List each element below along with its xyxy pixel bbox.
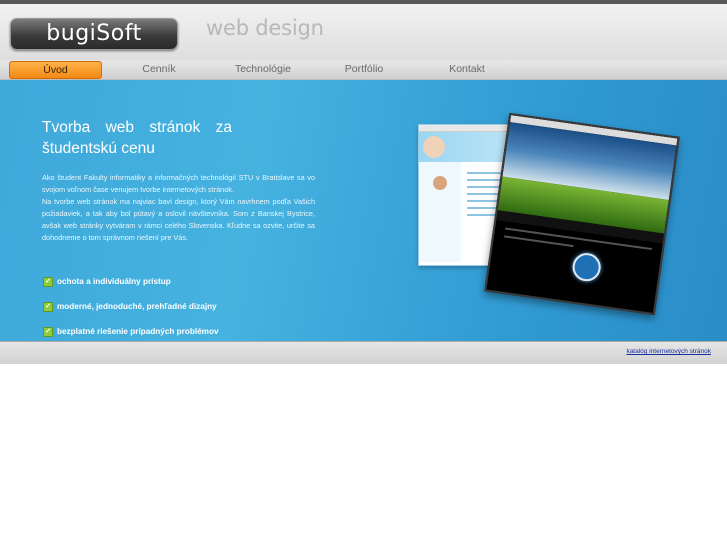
nav-item-kontakt[interactable]: Kontakt	[445, 61, 489, 77]
nav-item-uvod[interactable]: Úvod	[9, 61, 102, 79]
hero-section: Tvorba web stránok za študentskú cenu Ak…	[0, 80, 727, 341]
feature-list: ✓ ochota a individuálny prístup ✓ modern…	[43, 276, 219, 341]
portfolio-screenshot-dark	[484, 112, 680, 316]
nav-item-technologie[interactable]: Technológie	[232, 61, 294, 77]
nav-item-portfolio[interactable]: Portfólio	[339, 61, 389, 77]
intro-paragraph-1: Ako študent Fakulty informatiky a inform…	[42, 173, 315, 194]
footer: katalóg internetových stránok	[0, 341, 727, 364]
intro-text: Ako študent Fakulty informatiky a inform…	[42, 172, 315, 244]
title-line-1: Tvorba web stránok za	[42, 119, 232, 136]
browser-bar	[419, 125, 521, 132]
face-image	[423, 136, 445, 158]
tagline: web design	[206, 16, 324, 40]
intro-paragraph-2: Na tvorbe web stránok ma najviac baví de…	[42, 197, 315, 242]
catalog-link[interactable]: katalóg internetových stránok	[626, 348, 711, 355]
check-icon: ✓	[43, 302, 53, 312]
feature-item: ✓ ochota a individuálny prístup	[43, 276, 219, 301]
title-line-2: študentskú cenu	[42, 140, 155, 157]
screenshot-sidebar	[419, 162, 461, 262]
logo-badge-icon	[570, 251, 603, 283]
avatar	[433, 176, 447, 190]
main-nav: Úvod Cenník Technológie Portfólio Kontak…	[0, 60, 727, 80]
check-icon: ✓	[43, 277, 53, 287]
page-title: Tvorba web stránok za študentskú cenu	[42, 117, 232, 159]
header: bugiSoft web design	[0, 4, 727, 60]
feature-label: moderné, jednoduché, prehľadné dizajny	[57, 302, 217, 311]
feature-item: ✓ bezplatné riešenie prípadných problémo…	[43, 326, 219, 341]
nav-item-cennik[interactable]: Cenník	[130, 61, 188, 77]
feature-label: bezplatné riešenie prípadných problémov	[57, 327, 219, 336]
feature-label: ochota a individuálny prístup	[57, 277, 171, 286]
feature-item: ✓ moderné, jednoduché, prehľadné dizajny	[43, 301, 219, 326]
check-icon: ✓	[43, 327, 53, 337]
logo[interactable]: bugiSoft	[10, 18, 178, 50]
